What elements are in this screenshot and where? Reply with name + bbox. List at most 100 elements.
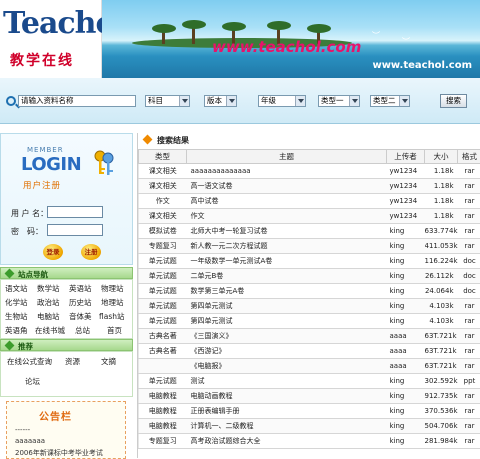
cell-title[interactable]: 第四单元测试 [187,314,387,329]
table-row[interactable]: 单元试题第四单元测试king4.103krar [139,314,480,329]
table-row[interactable]: 单元试题数学第三单元A卷king24.064kdoc [139,284,480,299]
table-row[interactable]: 单元试题第四单元测试king4.103krar [139,299,480,314]
cell-title[interactable]: 北师大中考一轮复习试卷 [187,224,387,239]
cell-uploader: king [387,434,425,449]
cell-size: 504.706k [425,419,458,434]
nav-item[interactable]: 生物站 [5,311,28,322]
login-button[interactable]: 登录 [43,244,63,260]
cell-title[interactable]: 《西游记》 [187,344,387,359]
cell-title[interactable]: 第四单元测试 [187,299,387,314]
recommend-item[interactable]: 文摘 [101,356,116,367]
cell-size: 411.053k [425,239,458,254]
password-field[interactable] [47,224,103,236]
cell-title[interactable]: 数学第三单元A卷 [187,284,387,299]
subject-select[interactable]: 科目 [145,95,190,107]
cell-title[interactable]: 电脑动画教程 [187,389,387,404]
bird-icon: ︶ [402,36,410,47]
cell-type: 电脑教程 [139,389,187,404]
left-sidebar: MEMBER LOGIN 用户注册 用 户 名： 密 码： 登录 注册 站点导航… [0,133,133,458]
table-row[interactable]: 模拟试卷北师大中考一轮复习试卷king633.774krar [139,224,480,239]
table-row[interactable]: 课文相关aaaaaaaaaaaaaayw12341.18krar [139,164,480,179]
cell-title[interactable]: 《三国演义》 [187,329,387,344]
cell-type [139,359,187,374]
nav-item[interactable]: 电脑站 [37,311,60,322]
cell-title[interactable]: 二单元B卷 [187,269,387,284]
cell-title[interactable]: 计算机一、二级教程 [187,419,387,434]
cell-title[interactable]: 高一语文试卷 [187,179,387,194]
cell-format: rar [458,329,480,344]
register-button[interactable]: 注册 [81,244,101,260]
nav-item[interactable]: 在线书城 [35,325,65,336]
cell-format: doc [458,269,480,284]
cell-title[interactable]: 《电脑报》 [187,359,387,374]
recommend-item[interactable]: 在线公式查询 [7,356,52,367]
table-row[interactable]: 专题复习高考政治试题综合大全king281.984krar [139,434,480,449]
table-row[interactable]: 古典名著《西游记》aaaa63T.721krar [139,344,480,359]
table-row[interactable]: 课文相关作文yw12341.18krar [139,209,480,224]
cell-uploader: aaaa [387,359,425,374]
table-row[interactable]: 单元试题测试king302.592kppt [139,374,480,389]
table-row[interactable]: 电脑教程正册表编辑手册king370.536krar [139,404,480,419]
nav-item[interactable]: 物理站 [101,283,124,294]
cell-uploader: king [387,374,425,389]
recommend-item[interactable]: 论坛 [25,376,40,387]
nav-item[interactable]: 总站 [75,325,90,336]
table-row[interactable]: 专题复习新人教一元二次方程试题king411.053krar [139,239,480,254]
table-row[interactable]: 作文高中试卷yw12341.18krar [139,194,480,209]
type2-select[interactable]: 类型二 [370,95,410,107]
cell-title[interactable]: 正册表编辑手册 [187,404,387,419]
username-field[interactable] [47,206,103,218]
cell-size: 912.735k [425,389,458,404]
cell-title[interactable]: 作文 [187,209,387,224]
chevron-down-icon [399,96,409,106]
table-row[interactable]: 课文相关高一语文试卷yw12341.18krar [139,179,480,194]
cell-size: 281.984k [425,434,458,449]
banner-site-text: www.teachol.com [212,38,361,56]
palm-tree-icon [192,26,195,44]
cell-format: rar [458,359,480,374]
nav-item[interactable]: 英语站 [69,283,92,294]
search-button[interactable]: 搜索 [440,94,467,108]
type1-select[interactable]: 类型一 [318,95,360,107]
table-row[interactable]: 《电脑报》aaaa63T.721krar [139,359,480,374]
table-row[interactable]: 电脑教程计算机一、二级教程king504.706krar [139,419,480,434]
cell-type: 古典名著 [139,344,187,359]
nav-item[interactable]: 数学站 [37,283,60,294]
cell-title[interactable]: 新人教一元二次方程试题 [187,239,387,254]
cell-title[interactable]: 高中试卷 [187,194,387,209]
nav-item[interactable]: 音体美 [69,311,92,322]
notice-item[interactable]: 2006年新课标中考毕业考试 [15,448,103,458]
cell-uploader: king [387,404,425,419]
table-row[interactable]: 古典名著《三国演义》aaaa63T.721krar [139,329,480,344]
nav-item[interactable]: 首页 [107,325,122,336]
table-row[interactable]: 电脑教程电脑动画教程king912.735krar [139,389,480,404]
nav-item[interactable]: 语文站 [5,283,28,294]
nav-item[interactable]: 地理站 [101,297,124,308]
logo-box[interactable]: Teachol 教学在线 [0,0,102,78]
nav-item[interactable]: 英语角 [5,325,28,336]
nav-item[interactable]: flash站 [99,311,124,322]
nav-item[interactable]: 历史站 [69,297,92,308]
cell-type: 作文 [139,194,187,209]
cell-size: 370.536k [425,404,458,419]
cell-title[interactable]: aaaaaaaaaaaaaa [187,164,387,179]
recommend-item[interactable]: 资源 [65,356,80,367]
nav-item[interactable]: 政治站 [37,297,60,308]
cell-format: rar [458,404,480,419]
cell-title[interactable]: 测试 [187,374,387,389]
cell-size: 63T.721k [425,344,458,359]
grade-select[interactable]: 年级 [258,95,306,107]
table-row[interactable]: 单元试题二单元B卷king26.112kdoc [139,269,480,284]
cell-size: 1.18k [425,194,458,209]
cell-uploader: king [387,254,425,269]
cell-title[interactable]: 一年级数学一单元测试A卷 [187,254,387,269]
search-input[interactable]: 请输入资料名称 [18,95,136,107]
table-row[interactable]: 单元试题一年级数学一单元测试A卷king116.224kdoc [139,254,480,269]
nav-item[interactable]: 化学站 [5,297,28,308]
register-link[interactable]: 用户注册 [23,179,61,191]
notice-item[interactable]: aaaaaaa [15,437,45,445]
edition-select[interactable]: 版本 [204,95,237,107]
column-header-format: 格式 [458,150,480,164]
cell-uploader: king [387,419,425,434]
cell-title[interactable]: 高考政治试题综合大全 [187,434,387,449]
